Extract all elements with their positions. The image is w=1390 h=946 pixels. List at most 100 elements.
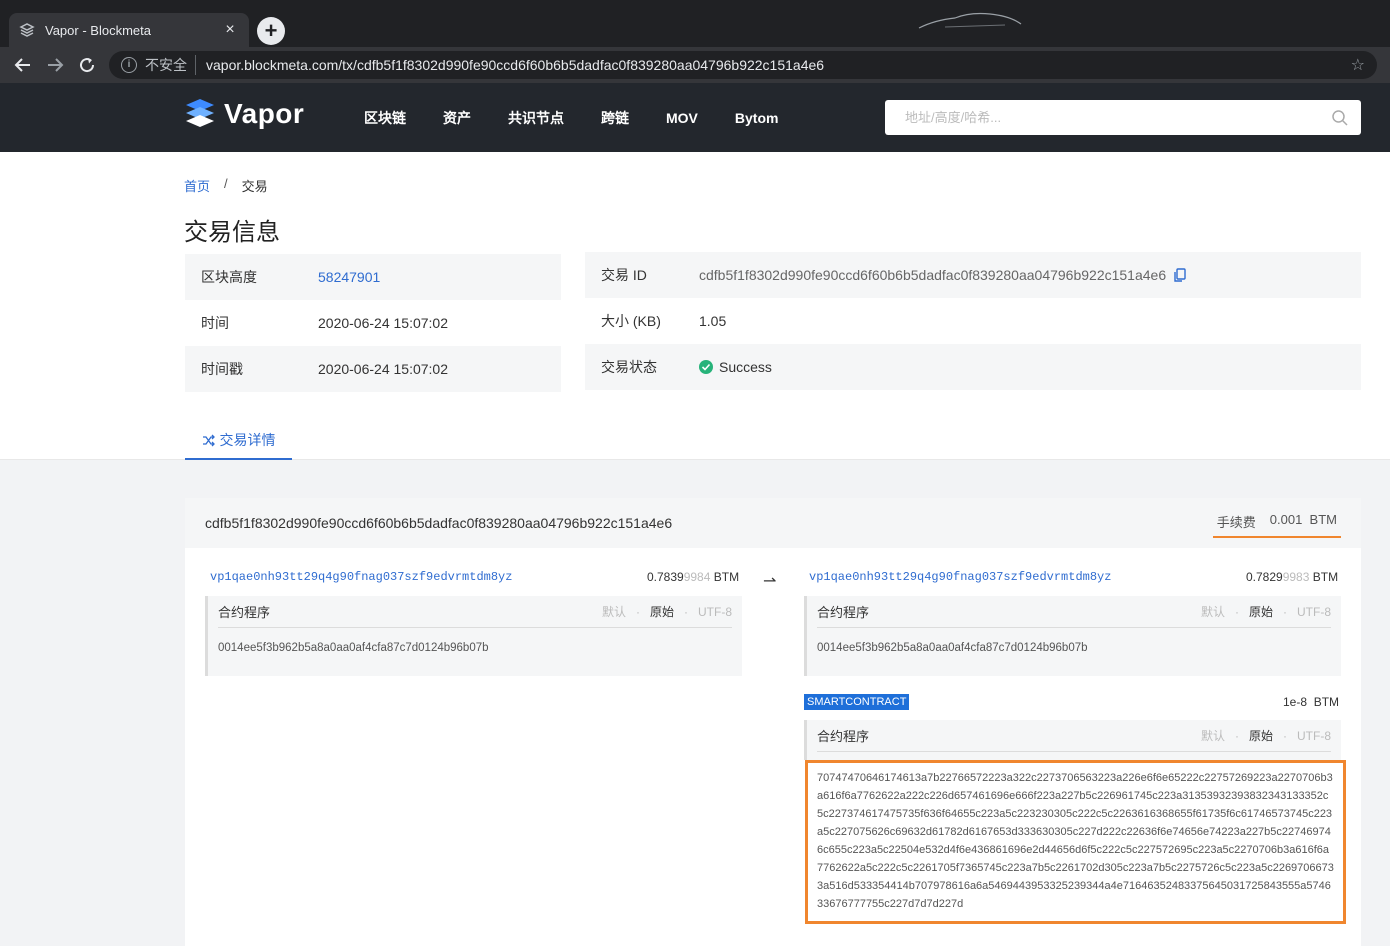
info-row-size: 大小 (KB) 1.05: [585, 298, 1361, 344]
program-label: 合约程序: [817, 605, 870, 620]
browser-tab[interactable]: Vapor - Blockmeta ×: [9, 13, 249, 47]
nav-bytom[interactable]: Bytom: [735, 110, 779, 126]
smartcontract-program-box: 合约程序 默认 · 原始 · UTF-8: [804, 720, 1341, 760]
info-value: 2020-06-24 15:07:02: [318, 315, 448, 331]
format-raw-option[interactable]: 原始: [1249, 727, 1273, 744]
brand-name: Vapor: [224, 98, 305, 129]
address-bar[interactable]: i 不安全 vapor.blockmeta.com/tx/cdfb5f1f830…: [109, 51, 1377, 79]
vapor-favicon-icon: [19, 22, 35, 38]
info-icon[interactable]: i: [121, 57, 137, 73]
format-default-option[interactable]: 默认: [1201, 727, 1225, 744]
forward-arrow-icon[interactable]: [43, 53, 67, 77]
dot-separator: ·: [1283, 728, 1287, 743]
nav-assets[interactable]: 资产: [443, 108, 471, 128]
info-row-time: 时间 2020-06-24 15:07:02: [185, 300, 561, 346]
new-tab-button[interactable]: +: [257, 17, 285, 45]
input-amount: 0.78399984 BTM: [647, 570, 739, 584]
program-header: 合约程序 默认 · 原始 · UTF-8: [817, 720, 1331, 752]
tx-id-wrap: cdfb5f1f8302d990fe90ccd6f60b6b5dadfac0f8…: [699, 267, 1186, 283]
fee-amount: 0.001 BTM: [1270, 512, 1337, 531]
reload-icon[interactable]: [75, 53, 99, 77]
program-value: 0014ee5f3b962b5a8a0aa0af4cfa87c7d0124b96…: [218, 642, 489, 654]
input-program-box: 合约程序 默认 · 原始 · UTF-8 0014ee5f3b962b5a8a0…: [205, 596, 742, 676]
breadcrumb: 首页 / 交易: [184, 176, 268, 195]
main-nav: 区块链 资产 共识节点 跨链 MOV Bytom: [364, 83, 815, 152]
smartcontract-amount: 1e-8 BTM: [1283, 695, 1339, 709]
info-label: 时间戳: [201, 361, 243, 377]
success-check-icon: [699, 360, 713, 374]
breadcrumb-home[interactable]: 首页: [184, 176, 210, 195]
program-label: 合约程序: [218, 605, 271, 620]
smartcontract-program-value: 70747470646174613a7b22766572223a322c2273…: [805, 760, 1346, 924]
format-utf8-option[interactable]: UTF-8: [1297, 605, 1331, 619]
program-header: 合约程序 默认 · 原始 · UTF-8: [817, 596, 1331, 628]
tx-card-header: cdfb5f1f8302d990fe90ccd6f60b6b5dadfac0f8…: [185, 498, 1361, 548]
smartcontract-amount-value: 1e-8: [1283, 695, 1308, 709]
fee-value: 0.001: [1269, 512, 1303, 527]
page-title: 交易信息: [184, 219, 280, 246]
browser-tabbar: Vapor - Blockmeta × +: [0, 0, 1390, 47]
smartcontract-badge: SMARTCONTRACT: [804, 694, 910, 710]
search-input[interactable]: [905, 110, 1331, 125]
info-row-block-height: 区块高度 58247901: [185, 254, 561, 300]
output-unit: BTM: [1312, 570, 1339, 584]
info-value: 1.05: [699, 313, 727, 329]
copy-icon[interactable]: [1174, 268, 1186, 282]
site-logo[interactable]: Vapor: [184, 97, 304, 131]
format-default-option[interactable]: 默认: [602, 603, 626, 620]
output-amount: 0.78299983 BTM: [1246, 570, 1338, 584]
bookmark-star-icon[interactable]: ☆: [1351, 55, 1365, 75]
tx-card: cdfb5f1f8302d990fe90ccd6f60b6b5dadfac0f8…: [185, 498, 1361, 946]
back-arrow-icon[interactable]: [11, 53, 35, 77]
nav-consensus-nodes[interactable]: 共识节点: [508, 108, 564, 128]
output-program-box: 合约程序 默认 · 原始 · UTF-8 0014ee5f3b962b5a8a0…: [804, 596, 1341, 676]
format-options: 默认 · 原始 · UTF-8: [1201, 727, 1331, 744]
fee-unit: BTM: [1309, 512, 1337, 527]
car-silhouette-icon: [918, 12, 1022, 29]
format-options: 默认 · 原始 · UTF-8: [602, 603, 732, 620]
nav-cross-chain[interactable]: 跨链: [601, 108, 629, 128]
dot-separator: ·: [1234, 728, 1239, 743]
input-amount-dim: 9984: [683, 570, 711, 584]
info-row-status: 交易状态 Success: [585, 344, 1361, 390]
program-label: 合约程序: [817, 729, 870, 744]
tab-title: Vapor - Blockmeta: [45, 22, 151, 38]
block-height-link[interactable]: 58247901: [318, 269, 380, 285]
info-row-tx-id: 交易 ID cdfb5f1f8302d990fe90ccd6f60b6b5dad…: [585, 252, 1361, 298]
format-raw-option[interactable]: 原始: [650, 603, 674, 620]
url-text[interactable]: vapor.blockmeta.com/tx/cdfb5f1f8302d990f…: [206, 57, 1351, 73]
info-row-timestamp: 时间戳 2020-06-24 15:07:02: [185, 346, 561, 392]
tx-hash: cdfb5f1f8302d990fe90ccd6f60b6b5dadfac0f8…: [205, 515, 673, 531]
format-utf8-option[interactable]: UTF-8: [698, 605, 732, 619]
input-address-link[interactable]: vp1qae0nh93tt29q4g90fnag037szf9edvrmtdm8…: [210, 570, 512, 584]
search-box: [885, 100, 1361, 135]
info-value: 2020-06-24 15:07:02: [318, 361, 448, 377]
nav-blockchain[interactable]: 区块链: [364, 108, 406, 128]
dot-separator: ·: [1234, 604, 1239, 619]
status-wrap: Success: [699, 359, 772, 375]
output-address-link[interactable]: vp1qae0nh93tt29q4g90fnag037szf9edvrmtdm8…: [809, 570, 1111, 584]
tx-id-value: cdfb5f1f8302d990fe90ccd6f60b6b5dadfac0f8…: [699, 267, 1167, 283]
format-raw-option[interactable]: 原始: [1249, 603, 1273, 620]
flow-arrow-icon: ⇀: [763, 573, 777, 590]
tx-info-section: 首页 / 交易 交易信息 区块高度 58247901 时间 2020-06-24…: [0, 152, 1390, 460]
fee-label: 手续费: [1216, 515, 1256, 530]
search-icon[interactable]: [1331, 109, 1349, 127]
output-amount-main: 0.7829: [1246, 570, 1283, 584]
info-label: 交易 ID: [601, 267, 647, 283]
dot-separator: ·: [635, 604, 640, 619]
tab-close-icon[interactable]: ×: [221, 21, 239, 39]
input-amount-main: 0.7839: [647, 570, 684, 584]
format-utf8-option[interactable]: UTF-8: [1297, 729, 1331, 743]
dot-separator: ·: [684, 604, 688, 619]
status-value: Success: [719, 359, 772, 375]
insecure-label: 不安全: [145, 55, 196, 75]
tab-tx-details[interactable]: 交易详情: [185, 422, 292, 460]
shuffle-icon: [202, 434, 215, 446]
format-default-option[interactable]: 默认: [1201, 603, 1225, 620]
tab-tx-details-label: 交易详情: [219, 432, 276, 448]
fee-box: 手续费 0.001 BTM: [1212, 512, 1341, 538]
program-header: 合约程序 默认 · 原始 · UTF-8: [218, 596, 732, 628]
nav-mov[interactable]: MOV: [666, 110, 698, 126]
program-value: 0014ee5f3b962b5a8a0aa0af4cfa87c7d0124b96…: [817, 642, 1088, 654]
